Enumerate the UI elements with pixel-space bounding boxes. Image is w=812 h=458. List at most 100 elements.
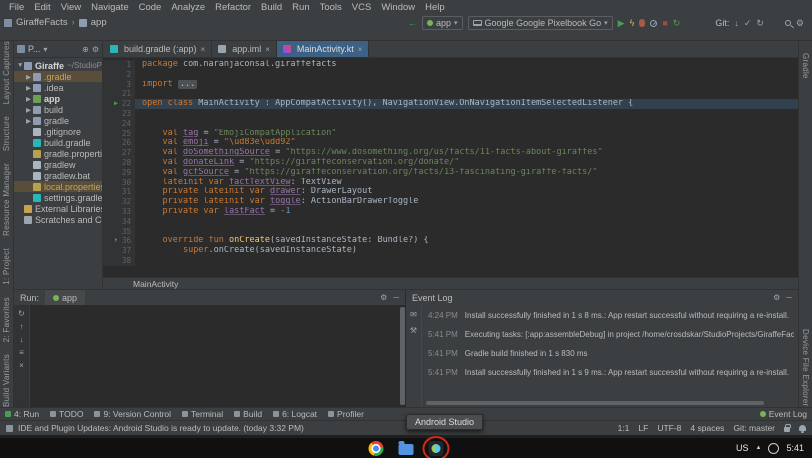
tree-item[interactable]: build.gradle: [14, 137, 102, 148]
lock-icon[interactable]: [784, 427, 790, 432]
android-studio-taskbar-item[interactable]: [429, 441, 444, 456]
menu-item[interactable]: Analyze: [166, 2, 210, 13]
code-line[interactable]: 35: [103, 227, 798, 237]
git-branch[interactable]: Git: master: [733, 423, 775, 433]
expand-arrow-icon[interactable]: ▶: [26, 117, 33, 125]
code-line[interactable]: 24: [103, 119, 798, 129]
tool-stripe-button[interactable]: Build Variants: [2, 354, 11, 407]
panel-settings-gear-icon[interactable]: ⚙: [380, 293, 387, 302]
tool-stripe-button[interactable]: Layout Captures: [2, 41, 11, 104]
close-icon[interactable]: ×: [201, 45, 206, 54]
run-console[interactable]: ↻ ↑ ↓ ≡ ×: [14, 305, 405, 407]
code-line[interactable]: 34: [103, 217, 798, 227]
restart-icon[interactable]: ↻: [673, 19, 681, 28]
tool-window-button[interactable]: Profiler: [328, 409, 364, 419]
tool-window-button[interactable]: TODO: [50, 409, 83, 419]
expand-arrow-icon[interactable]: ▼: [17, 62, 24, 69]
editor-tab[interactable]: build.gradle (:app) ×: [104, 41, 212, 57]
close-icon[interactable]: ×: [358, 45, 363, 54]
code-line[interactable]: 37 super.onCreate(savedInstanceState): [103, 246, 798, 256]
menu-item[interactable]: Edit: [29, 2, 55, 13]
code-line[interactable]: 30 lateinit var factTextView: TextView: [103, 178, 798, 188]
code-line[interactable]: 2: [103, 70, 798, 80]
caret-position[interactable]: 1:1: [618, 423, 630, 433]
menu-item[interactable]: Run: [287, 2, 314, 13]
tree-item[interactable]: settings.gradle: [14, 192, 102, 203]
menu-item[interactable]: Help: [420, 2, 450, 13]
tool-stripe-button[interactable]: Structure: [2, 116, 11, 151]
tree-item[interactable]: Scratches and Co: [14, 214, 102, 225]
clear-console-icon[interactable]: ×: [19, 361, 24, 370]
tree-item[interactable]: ▶.gradle: [14, 71, 102, 82]
menu-item[interactable]: Refactor: [210, 2, 256, 13]
editor-tab[interactable]: MainActivity.kt ×: [277, 41, 370, 57]
tree-item[interactable]: gradle.properties: [14, 148, 102, 159]
close-icon[interactable]: ×: [265, 45, 270, 54]
rerun-icon[interactable]: ↻: [18, 309, 25, 318]
git-rollback-icon[interactable]: ↻: [756, 19, 764, 28]
tool-window-button[interactable]: Build: [234, 409, 262, 419]
run-marker-icon[interactable]: ▶: [112, 99, 120, 109]
code-line[interactable]: 21: [103, 89, 798, 99]
files-taskbar-item[interactable]: [399, 441, 414, 456]
expand-arrow-icon[interactable]: ▶: [26, 95, 33, 103]
breadcrumb-class[interactable]: MainActivity: [133, 279, 178, 289]
panel-settings-gear-icon[interactable]: ⚙: [773, 293, 780, 302]
file-encoding[interactable]: UTF-8: [657, 423, 681, 433]
project-view-selector[interactable]: P...: [28, 44, 40, 54]
menu-item[interactable]: Tools: [315, 2, 347, 13]
search-icon[interactable]: [785, 20, 791, 26]
menu-item[interactable]: View: [56, 2, 86, 13]
console-scrollbar[interactable]: [400, 307, 405, 405]
tree-item[interactable]: gradlew: [14, 159, 102, 170]
code-line[interactable]: 29 val gcfSource = "https://giraffeconse…: [103, 168, 798, 178]
tool-stripe-button[interactable]: 2: Favorites: [2, 297, 11, 342]
tool-stripe-button[interactable]: 1: Project: [2, 248, 11, 285]
stop-icon[interactable]: ■: [662, 19, 667, 28]
git-update-icon[interactable]: ↓: [734, 19, 739, 28]
locate-file-icon[interactable]: ⊕: [82, 45, 89, 54]
hide-panel-icon[interactable]: ─: [786, 293, 792, 302]
tree-item[interactable]: ▶.idea: [14, 82, 102, 93]
tool-window-button[interactable]: 4: Run: [5, 409, 39, 419]
menu-item[interactable]: Navigate: [86, 2, 134, 13]
expand-arrow-icon[interactable]: ▶: [26, 73, 33, 81]
status-message[interactable]: IDE and Plugin Updates: Android Studio i…: [18, 423, 304, 433]
line-separator[interactable]: LF: [638, 423, 648, 433]
tree-item[interactable]: ▶app: [14, 93, 102, 104]
editor-tab[interactable]: app.iml ×: [212, 41, 277, 57]
tree-item[interactable]: ▶gradle: [14, 115, 102, 126]
menu-item[interactable]: Window: [376, 2, 420, 13]
menu-item[interactable]: File: [4, 2, 29, 13]
code-line[interactable]: 38: [103, 256, 798, 266]
clock[interactable]: 5:41: [786, 443, 804, 453]
tool-window-button[interactable]: 6: Logcat: [273, 409, 317, 419]
tree-item[interactable]: .gitignore: [14, 126, 102, 137]
tree-item[interactable]: gradlew.bat: [14, 170, 102, 181]
run-config-dropdown[interactable]: app ▾: [422, 16, 463, 30]
code-area[interactable]: 1package com.naranjaconsal.giraffefacts2…: [103, 58, 798, 277]
hide-panel-icon[interactable]: ─: [393, 293, 399, 302]
expand-arrow-icon[interactable]: ▶: [26, 84, 33, 92]
tray-expand-icon[interactable]: ▲: [756, 445, 762, 451]
code-line[interactable]: 33 private var lastFact = -1: [103, 207, 798, 217]
tool-stripe-button[interactable]: Device File Explorer: [801, 329, 810, 407]
code-line[interactable]: 23: [103, 109, 798, 119]
chevron-down-icon[interactable]: ▾: [43, 45, 47, 54]
code-line[interactable]: ↑36 override fun onCreate(savedInstanceS…: [103, 236, 798, 246]
scroll-up-icon[interactable]: ↑: [20, 322, 24, 331]
git-commit-icon[interactable]: ✓: [744, 19, 752, 28]
apply-changes-icon[interactable]: ϟ: [630, 19, 635, 28]
keyboard-layout-indicator[interactable]: US: [736, 443, 749, 453]
profiler-icon[interactable]: [650, 20, 657, 27]
tool-window-button[interactable]: Terminal: [182, 409, 223, 419]
code-line[interactable]: 27 val doSomethingSource = "https://www.…: [103, 148, 798, 158]
indent-setting[interactable]: 4 spaces: [690, 423, 724, 433]
panel-settings-gear-icon[interactable]: ⚙: [92, 45, 99, 54]
debug-icon[interactable]: [639, 19, 645, 27]
breadcrumb-project[interactable]: GiraffeFacts: [16, 17, 68, 28]
code-line[interactable]: 28 val donateLink = "https://giraffecons…: [103, 158, 798, 168]
code-line[interactable]: 25 val tag = "EmojiCompatApplication": [103, 129, 798, 139]
expand-arrow-icon[interactable]: ▶: [26, 106, 33, 114]
code-line[interactable]: 26 val emoji = "\ud83e\udd92": [103, 138, 798, 148]
